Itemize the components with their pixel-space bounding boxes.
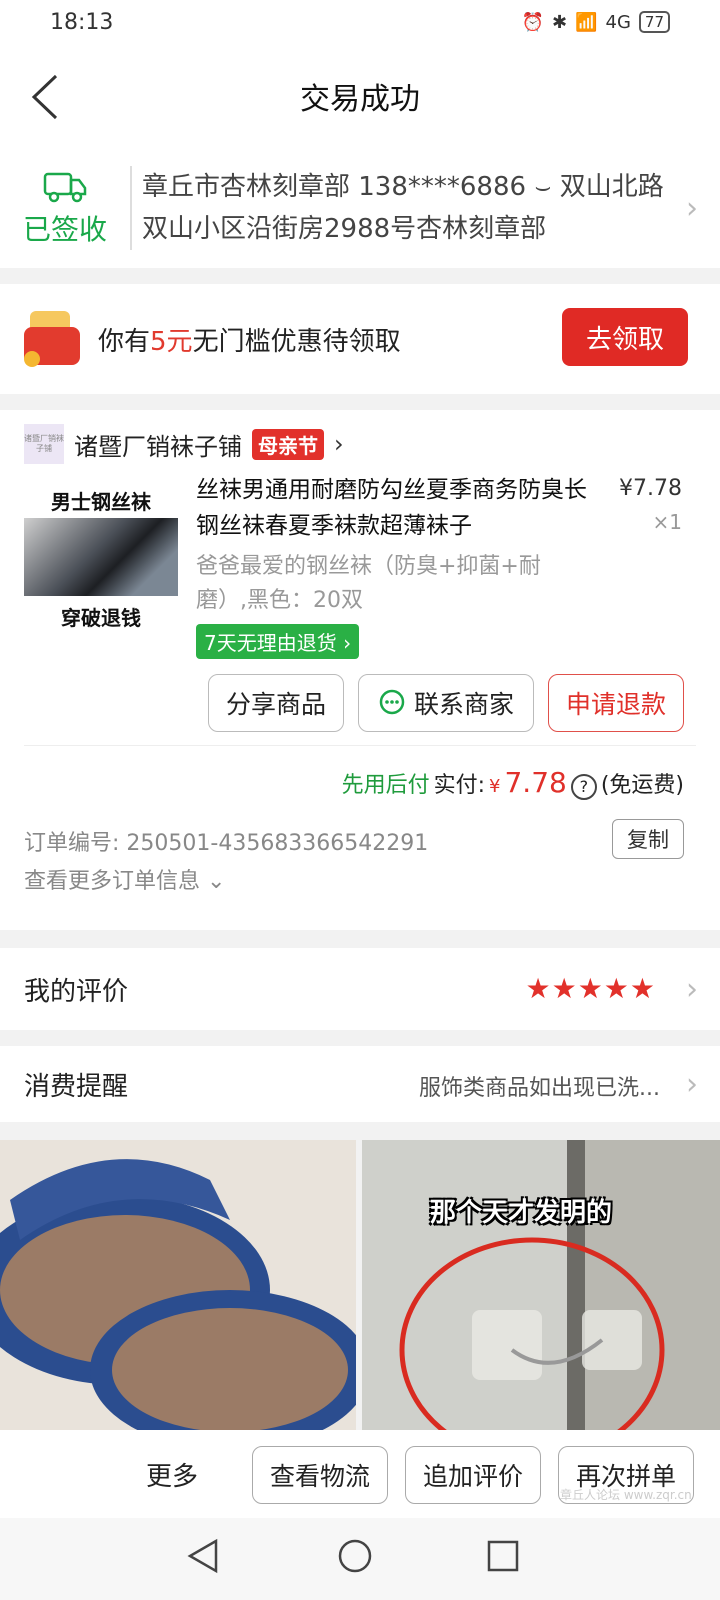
watermark: 章丘人论坛 www.zqr.cn (560, 1488, 692, 1502)
coupon-amount: 5元 (150, 326, 193, 357)
nav-home-icon[interactable] (337, 1538, 373, 1574)
delivery-status-label: 已签收 (22, 213, 107, 246)
thumb-bottom-text: 穿破退钱 (24, 596, 178, 636)
shop-logo: 诸暨厂销袜子铺 (24, 424, 64, 464)
product-price: ¥7.78 (619, 476, 682, 501)
chat-icon (379, 689, 405, 715)
paid-currency: ¥ (489, 776, 501, 797)
add-review-button[interactable]: 追加评价 (405, 1446, 541, 1504)
hook-caption: 那个天才发明的 (430, 1198, 613, 1228)
bluetooth-icon: ✱ (551, 11, 568, 33)
thumb-top-text: 男士钢丝袜 (24, 482, 178, 518)
status-bar: 18:13 ⏰ ✱ 📶 4G 77 (0, 0, 720, 44)
page-title: 交易成功 (300, 82, 420, 117)
product-title[interactable]: 丝袜男通用耐磨防勾丝夏季商务防臭长钢丝袜春夏季袜款超薄袜子 (196, 472, 596, 544)
return-policy-badge[interactable]: 7天无理由退货 › (196, 624, 360, 659)
socks-image (24, 518, 178, 596)
delivery-truck-icon (43, 172, 87, 203)
more-order-info-link[interactable]: 查看更多订单信息 ⌄ (24, 863, 225, 895)
wifi-icon: 📶 (575, 11, 598, 33)
my-review-label: 我的评价 (24, 976, 129, 1007)
consumer-reminder-row[interactable]: 消费提醒 服饰类商品如出现已洗... › (0, 1046, 720, 1122)
chevron-right-icon: › (334, 430, 344, 458)
slippers-image (0, 1140, 356, 1430)
coupon-banner: 你有5元无门槛优惠待领取 去领取 (0, 284, 720, 394)
reminder-value: 服饰类商品如出现已洗... (419, 1076, 660, 1101)
address-card[interactable]: 已签收 章丘市杏林刻章部 138****6886 ⌣ 双山北路双山小区沿街房29… (0, 148, 720, 268)
coupon-suffix: 无门槛优惠待领取 (192, 326, 401, 357)
address-text: 章丘市杏林刻章部 138****6886 ⌣ 双山北路双山小区沿街房2988号杏… (130, 166, 720, 250)
rating-stars: ★★★★★ (525, 972, 656, 1005)
back-icon[interactable] (28, 72, 68, 122)
share-product-button[interactable]: 分享商品 (208, 674, 344, 732)
battery-icon: 77 (638, 11, 670, 33)
status-icons: ⏰ ✱ 📶 4G 77 (522, 11, 670, 33)
recommend-item-hook[interactable]: 那个天才发明的 (362, 1140, 720, 1430)
my-review-row[interactable]: 我的评价 ★★★★★ › (0, 948, 720, 1030)
copy-button[interactable]: 复制 (612, 819, 684, 859)
recommend-item-slippers[interactable] (0, 1140, 356, 1430)
alarm-icon: ⏰ (521, 11, 544, 33)
divider (24, 745, 696, 746)
reminder-label: 消费提醒 (24, 1071, 129, 1102)
chevron-right-icon: › (686, 190, 698, 226)
order-number: 订单编号: 250501-435683366542291 (24, 831, 429, 856)
network-label: 4G (605, 11, 631, 33)
bottom-action-bar: 更多 查看物流 追加评价 再次拼单 章丘人论坛 www.zqr.cn (0, 1430, 720, 1518)
help-icon[interactable]: ? (570, 774, 597, 800)
view-logistics-button[interactable]: 查看物流 (252, 1446, 388, 1504)
contact-seller-label: 联系商家 (413, 690, 514, 719)
shop-row[interactable]: 诸暨厂销袜子铺 诸暨厂销袜子铺 母亲节 › (24, 424, 344, 464)
chevron-right-icon: › (686, 971, 698, 1007)
contact-seller-button[interactable]: 联系商家 (358, 674, 534, 732)
coupon-prefix: 你有 (98, 326, 151, 357)
product-spec: 爸爸最爱的钢丝袜（防臭+抑菌+耐磨）,黑色：20双 (196, 554, 541, 613)
festival-badge: 母亲节 (252, 428, 324, 460)
claim-coupon-button[interactable]: 去领取 (562, 308, 688, 366)
product-qty: ×1 (652, 510, 682, 534)
nav-back-icon[interactable] (186, 1538, 220, 1574)
pay-later-label: 先用后付 (341, 773, 430, 798)
status-time: 18:13 (50, 9, 114, 35)
hook-image (362, 1140, 720, 1430)
shipping-note: (免运费) (600, 773, 684, 798)
shop-name: 诸暨厂销袜子铺 (74, 432, 242, 461)
system-nav-bar (0, 1518, 720, 1600)
coupon-text: 你有5元无门槛优惠待领取 (98, 321, 401, 358)
more-button[interactable]: 更多 (146, 1456, 198, 1493)
order-info-card: 订单编号: 250501-435683366542291 查看更多订单信息 ⌄ … (0, 805, 720, 915)
payment-row: 先用后付 实付: ¥ 7.78 ? (免运费) (342, 766, 684, 800)
paid-label: 实付: (433, 773, 486, 798)
wallet-icon (24, 311, 80, 367)
header: 交易成功 (0, 44, 720, 148)
product-thumbnail[interactable]: 男士钢丝袜 穿破退钱 (24, 482, 178, 636)
paid-amount: 7.78 (504, 766, 567, 799)
delivery-status: 已签收 (0, 168, 130, 248)
chevron-right-icon: › (686, 1066, 698, 1102)
request-refund-button[interactable]: 申请退款 (548, 674, 684, 732)
nav-recents-icon[interactable] (486, 1538, 520, 1574)
